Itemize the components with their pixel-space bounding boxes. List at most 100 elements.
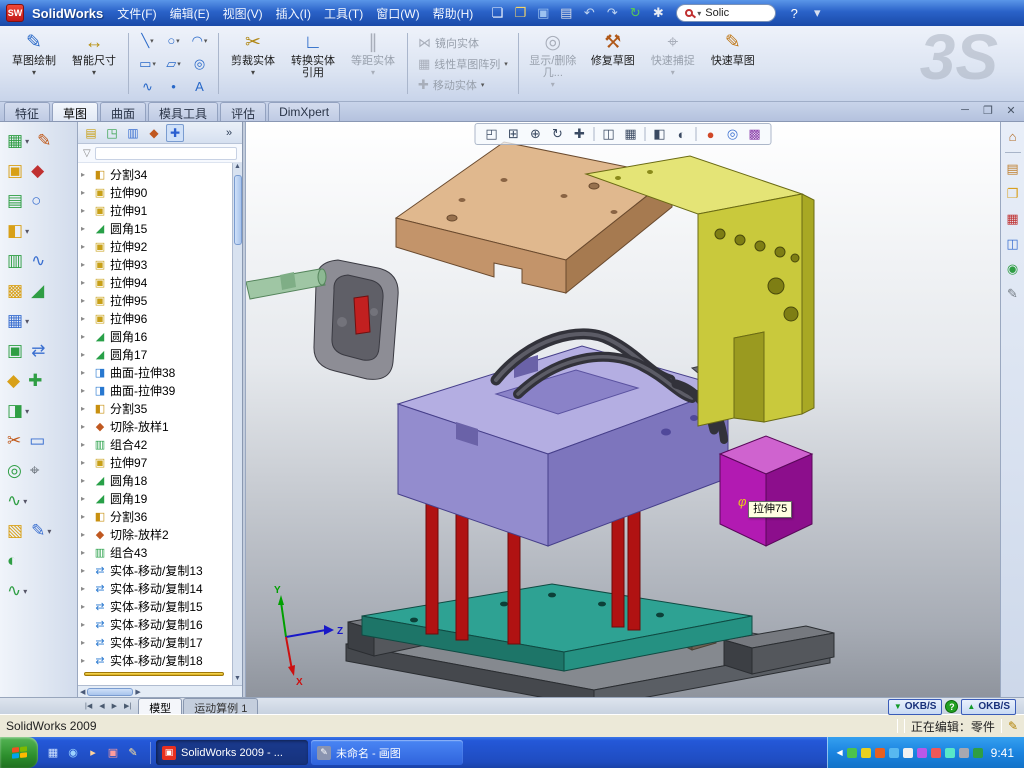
left-toolbar-icon[interactable]: ◎ [7,461,22,481]
rebuild-icon[interactable]: ↻ [625,3,645,23]
expand-arrow-icon[interactable]: ▸ [81,512,90,521]
scroll-right-icon[interactable]: ▶ [135,688,140,696]
mirror-entities-button[interactable]: ⋈镜向实体 [414,34,512,52]
pane-flyout-icon[interactable]: » [220,124,238,142]
left-toolbar-icon[interactable]: ▦▾ [7,131,29,151]
zoom-fit-icon[interactable]: ◰ [482,126,502,142]
pan-icon[interactable]: ✚ [570,126,590,142]
scrollbar-thumb[interactable] [234,175,242,245]
quick-snaps-button[interactable]: ⌖快速捕捉▾ [645,29,701,98]
view-palette-icon[interactable]: ◫ [1004,235,1022,253]
start-button[interactable] [0,737,38,768]
tray-chevron-icon[interactable]: ◀ [836,748,842,757]
expand-arrow-icon[interactable]: ▸ [81,206,90,215]
tray-icon[interactable] [917,748,927,758]
dropdown-arrow-icon[interactable]: ▾ [177,60,181,68]
tree-item[interactable]: ▸⇄实体-移动/复制16 [81,615,232,633]
left-toolbar-icon[interactable]: ✂ [7,431,21,451]
left-toolbar-icon[interactable]: ◆ [31,161,44,181]
tree-item[interactable]: ▸▣拉伸94 [81,273,232,291]
dropdown-arrow-icon[interactable]: ▾ [92,68,96,77]
expand-arrow-icon[interactable]: ▸ [81,494,90,503]
expand-arrow-icon[interactable]: ▸ [81,566,90,575]
tree-item[interactable]: ▸◧分割35 [81,399,232,417]
dropdown-arrow-icon[interactable]: ▾ [176,37,180,45]
left-toolbar-icon[interactable]: ⇄ [31,341,45,361]
3d-model[interactable]: φ Y Z X [246,122,1000,697]
left-toolbar-icon[interactable]: ✎▾ [31,521,51,541]
tree-item[interactable]: ▸▣拉伸96 [81,309,232,327]
tree-item[interactable]: ▸▣拉伸97 [81,453,232,471]
help-icon[interactable]: ? [784,3,804,23]
menu-item-4[interactable]: 插入(I) [270,3,317,24]
expand-arrow-icon[interactable]: ▸ [81,602,90,611]
tree-item[interactable]: ▸▣拉伸93 [81,255,232,273]
left-toolbar-icon[interactable]: ▣ [7,161,23,181]
tree-item[interactable]: ▸▣拉伸91 [81,201,232,219]
expand-arrow-icon[interactable]: ▸ [81,386,90,395]
offset-entities-button[interactable]: ∥等距实体▾ [345,29,401,98]
tree-item[interactable]: ▸◢圆角15 [81,219,232,237]
dropdown-arrow-icon[interactable]: ▾ [251,68,255,77]
left-toolbar-icon[interactable]: ▦▾ [7,311,29,331]
expand-arrow-icon[interactable]: ▸ [81,296,90,305]
appearances-scenes-icon[interactable]: ◉ [1004,260,1022,278]
arc-tool-icon[interactable]: ◠▾ [187,30,212,52]
task-button-1[interactable]: ▣SolidWorks 2009 - ... [156,740,308,765]
expand-arrow-icon[interactable]: ▸ [81,242,90,251]
left-toolbar-icon[interactable]: ✎ [37,131,51,151]
menu-item-3[interactable]: 视图(V) [217,3,269,24]
expand-arrow-icon[interactable]: ▸ [81,548,90,557]
dropdown-arrow-icon[interactable]: ▾ [551,80,555,89]
expand-arrow-icon[interactable]: ▸ [81,422,90,431]
dropdown-arrow-icon[interactable]: ▾ [25,227,29,236]
expand-arrow-icon[interactable]: ▸ [81,170,90,179]
expand-arrow-icon[interactable]: ▸ [81,584,90,593]
help-badge-icon[interactable]: ? [945,700,958,713]
left-toolbar-icon[interactable]: ◐ [7,551,17,571]
tray-icon[interactable] [973,748,983,758]
dropdown-arrow-icon[interactable]: ▾ [23,497,27,506]
left-toolbar-icon[interactable]: ✚ [28,371,42,391]
rotate-view-icon[interactable]: ↻ [548,126,568,142]
close-window-icon[interactable]: ✕ [1004,104,1018,117]
tray-icon[interactable] [945,748,955,758]
scene-icon[interactable]: ◎ [723,126,743,142]
ribbon-tab-5[interactable]: 评估 [220,102,266,121]
custom-properties-icon[interactable]: ✎ [1004,285,1022,303]
tree-item[interactable]: ▸◧分割34 [81,165,232,183]
dropdown-arrow-icon[interactable]: ▾ [32,68,36,77]
redo-icon[interactable]: ↷ [602,3,622,23]
left-toolbar-icon[interactable]: ▧ [7,521,23,541]
ribbon-tab-6[interactable]: DimXpert [268,102,340,121]
expand-arrow-icon[interactable]: ▸ [81,224,90,233]
display-delete-relations-button[interactable]: ◎显示/删除几...▾ [525,29,581,98]
quick-tips-icon[interactable]: ✎ [1008,719,1018,733]
ribbon-tab-4[interactable]: 模具工具 [148,102,218,121]
tree-item[interactable]: ▸◨曲面-拉伸39 [81,381,232,399]
tree-item[interactable]: ▸◆切除-放样1 [81,417,232,435]
tray-icon[interactable] [861,748,871,758]
tray-icon[interactable] [931,748,941,758]
expand-arrow-icon[interactable]: ▸ [81,476,90,485]
dropdown-arrow-icon[interactable]: ▾ [204,37,208,45]
tray-icon[interactable] [875,748,885,758]
expand-arrow-icon[interactable]: ▸ [81,332,90,341]
dropdown-arrow-icon[interactable]: ▾ [152,60,156,68]
scroll-up-icon[interactable]: ▲ [234,163,241,173]
left-toolbar-icon[interactable]: ◨▾ [7,401,29,421]
left-toolbar-icon[interactable]: ◢ [31,281,44,301]
undo-icon[interactable]: ↶ [579,3,599,23]
expand-arrow-icon[interactable]: ▸ [81,260,90,269]
left-toolbar-icon[interactable]: ◧▾ [7,221,29,241]
doc-nav-button-3[interactable]: ▶ [109,702,120,710]
search-box[interactable]: ▾ Solic [676,4,776,22]
expand-arrow-icon[interactable]: ▸ [81,530,90,539]
display-style-icon[interactable]: ◧ [650,126,670,142]
tree-filter[interactable]: ▽ [78,144,242,163]
part-insert-block[interactable]: φ [720,436,812,546]
doc-nav-button-2[interactable]: ◀ [96,702,107,710]
section-view-icon[interactable]: ◫ [599,126,619,142]
ribbon-tab-1[interactable]: 特征 [4,102,50,121]
tree-item[interactable]: ▸◢圆角18 [81,471,232,489]
